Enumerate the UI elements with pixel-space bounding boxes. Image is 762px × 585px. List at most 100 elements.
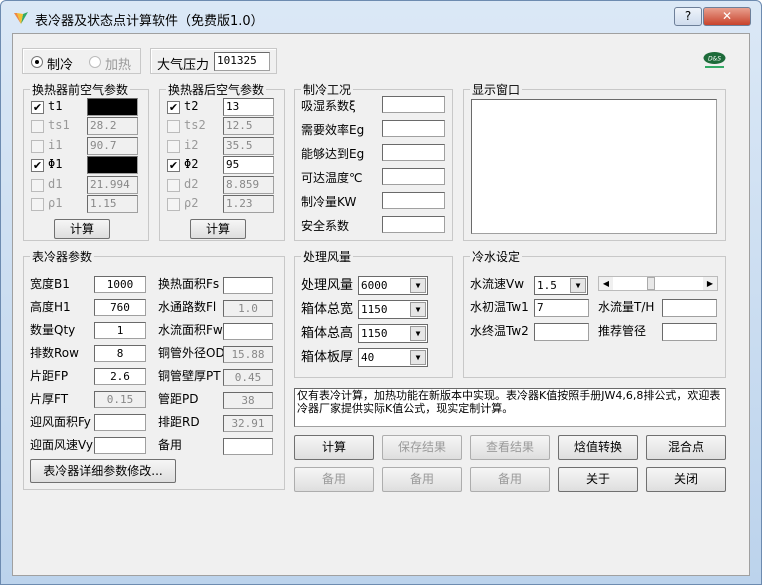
checkbox-ts2[interactable] [167,120,180,134]
param-label: d2 [184,176,199,191]
param-input-Φ2[interactable]: 95 [223,156,274,175]
group-title: 制冷工况 [301,81,354,98]
select-value: 1150 [361,327,388,340]
tw2-output[interactable] [534,323,589,341]
coil-input[interactable] [223,438,273,455]
group-title: 表冷器参数 [30,248,95,265]
action-button: 备用 [470,467,550,492]
coil-input[interactable]: 0.15 [94,391,146,408]
action-button: 查看结果 [470,435,550,460]
chevron-down-icon[interactable]: ▼ [410,302,426,317]
checkbox-ρ2[interactable] [167,198,180,211]
airflow-select[interactable]: 40 ▼ [358,348,428,367]
flow-label: 水流量T/H [598,300,655,314]
coil-input[interactable]: 2.6 [94,368,146,385]
param-input-t1[interactable] [87,98,138,116]
tw1-input[interactable]: 7 [534,299,589,317]
param-input-t2[interactable]: 13 [223,98,274,116]
flow-output[interactable] [662,299,717,317]
param-input-i2[interactable]: 35.5 [223,136,274,155]
checkbox-i2[interactable] [167,139,180,153]
slider-thumb[interactable] [647,277,655,290]
checkbox-t1[interactable]: ✔ [31,101,44,114]
chevron-down-icon[interactable]: ▼ [410,350,426,365]
coil-label: 片距FP [30,369,69,383]
airflow-select[interactable]: 6000 ▼ [358,276,428,295]
logo: D&S [701,51,728,71]
param-input-i1[interactable]: 90.7 [87,136,138,155]
action-button[interactable]: 关于 [558,467,638,492]
cooling-output[interactable] [382,216,445,233]
checkbox-i1[interactable] [31,139,44,153]
coil-label: 备用 [158,438,183,452]
coil-label: 铜管壁厚PT [158,369,221,383]
cooling-output[interactable] [382,120,445,137]
checkbox-Φ2[interactable]: ✔ [167,159,180,173]
checkbox-ts1[interactable] [31,120,44,134]
pipe-label: 推荐管径 [598,324,647,338]
coil-input[interactable]: 760 [94,299,146,316]
checkbox-Φ1[interactable]: ✔ [31,159,44,173]
scroll-left-arrow-icon[interactable]: ◀ [599,277,613,290]
coil-input[interactable]: 38 [223,392,273,409]
coil-input[interactable] [94,414,146,431]
param-label: ts2 [184,118,206,133]
coil-input[interactable]: 15.88 [223,346,273,363]
pipe-output[interactable] [662,323,717,341]
coil-detail-button[interactable]: 表冷器详细参数修改... [30,459,176,483]
chevron-down-icon[interactable]: ▼ [410,278,426,293]
water-velocity-slider[interactable]: ◀ ▶ [598,276,718,291]
action-button[interactable]: 混合点 [646,435,726,460]
coil-input[interactable]: 1 [94,322,146,339]
airflow-select[interactable]: 1150 ▼ [358,324,428,343]
cooling-output[interactable] [382,168,445,185]
cooling-output[interactable] [382,96,445,113]
checkbox-d1[interactable] [31,178,44,192]
cooling-label: 需要效率Eg [301,123,365,137]
help-button[interactable]: ? [674,7,702,26]
scroll-right-arrow-icon[interactable]: ▶ [703,277,717,290]
action-button[interactable]: 计算 [294,435,374,460]
cooling-output[interactable] [382,144,445,161]
outlet_air-calc-button[interactable]: 计算 [190,219,246,239]
action-button[interactable]: 焓值转换 [558,435,638,460]
param-label: ts1 [48,118,70,133]
param-input-d2[interactable]: 8.859 [223,175,274,194]
chevron-down-icon[interactable]: ▼ [570,278,586,293]
param-label: t2 [184,99,199,113]
inlet_air-calc-button[interactable]: 计算 [54,219,110,239]
param-input-ts1[interactable]: 28.2 [87,117,138,136]
coil-label: 水通路数Fl [158,300,217,314]
param-input-ρ2[interactable]: 1.23 [223,195,274,213]
chevron-down-icon[interactable]: ▼ [410,326,426,341]
param-input-d1[interactable]: 21.994 [87,175,138,194]
tw1-label: 水初温Tw1 [470,300,529,314]
param-label: d1 [48,176,63,191]
coil-input[interactable]: 1.0 [223,300,273,317]
checkbox-d2[interactable] [167,178,180,192]
coil-label: 数量Qty [30,323,76,337]
coil-label: 管距PD [158,392,199,406]
coil-input[interactable] [223,277,273,294]
close-window-button[interactable]: ✕ [703,7,751,26]
pressure-input[interactable]: 101325 [214,52,270,71]
coil-input[interactable]: 0.45 [223,369,273,386]
coil-input[interactable] [94,437,146,454]
checkbox-ρ1[interactable] [31,198,44,211]
checkbox-t2[interactable]: ✔ [167,101,180,114]
param-input-Φ1[interactable] [87,156,138,175]
param-input-ts2[interactable]: 12.5 [223,117,274,136]
coil-input[interactable]: 32.91 [223,415,273,432]
action-button[interactable]: 关闭 [646,467,726,492]
cooling-output[interactable] [382,192,445,209]
display-window[interactable] [471,99,717,234]
param-input-ρ1[interactable]: 1.15 [87,195,138,213]
coil-input[interactable] [223,323,273,340]
airflow-select[interactable]: 1150 ▼ [358,300,428,319]
radio-cooling[interactable] [31,56,43,68]
param-label: Φ2 [184,157,199,172]
water-velocity-select[interactable]: 1.5 ▼ [534,276,588,295]
coil-input[interactable]: 8 [94,345,146,362]
coil-input[interactable]: 1000 [94,276,146,293]
coil-label: 水流面积Fw [158,323,223,337]
